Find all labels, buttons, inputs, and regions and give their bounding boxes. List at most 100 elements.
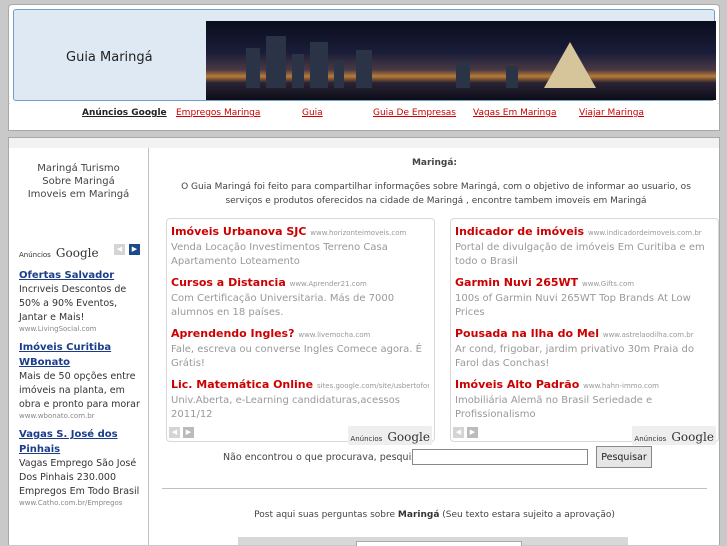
banner-building [334, 60, 344, 88]
banner-building [292, 54, 304, 88]
sidebar-ad: Imóveis Curitiba WBonato Mais de 50 opçõ… [19, 340, 145, 421]
content-area: Maringá Turismo Sobre Maringá Imoveis em… [8, 148, 720, 546]
sidebar-ad-title[interactable]: Imóveis Curitiba WBonato [19, 340, 145, 370]
header: Guia Maringá [8, 4, 720, 106]
search-button[interactable]: Pesquisar [596, 446, 652, 468]
ads-label: Anúncios [634, 435, 667, 443]
ad-url[interactable]: www.Gifts.com [582, 280, 634, 288]
ad-box-right: Indicador de imóveis www.indicadordeimov… [450, 218, 719, 445]
ad-box-footer: ◀ ▶ Anúncios Google [167, 425, 434, 445]
banner-building [356, 50, 372, 88]
sidebar-adchoices: Anúncios Google ◀ ▶ [19, 242, 143, 260]
ad-text: Com Certificação Universitaria. Más de 7… [171, 293, 395, 318]
sidebar-ad-text: Mais de 50 opções entre imóveis na plant… [19, 371, 140, 410]
ad-box-left: Imóveis Urbanova SJC www.horizonteimovei… [166, 218, 435, 445]
ad-unit[interactable]: Garmin Nuvi 265WT www.Gifts.com 100s of … [455, 276, 713, 320]
ad-unit[interactable]: Indicador de imóveis www.indicadordeimov… [455, 225, 713, 269]
sidebar: Maringá Turismo Sobre Maringá Imoveis em… [9, 148, 149, 545]
chevron-right-icon[interactable]: ▶ [467, 427, 478, 438]
banner-building [266, 36, 286, 88]
sidebar-ads: Ofertas Salvador Incrıveis Descontos de … [19, 268, 145, 514]
nav-link-empregos[interactable]: Empregos Maringa [176, 108, 260, 118]
ad-title[interactable]: Pousada na Ilha do Mel [455, 327, 599, 340]
sidebar-ad: Ofertas Salvador Incrıveis Descontos de … [19, 268, 145, 334]
ad-unit[interactable]: Imóveis Alto Padrão www.hahn-immo.com Im… [455, 378, 713, 422]
sidebar-ads-label: Anúncios [19, 251, 51, 259]
post-suffix: (Seu texto estara sujeito a aprovação) [442, 510, 615, 520]
ad-unit[interactable]: Aprendendo Ingles? www.livemocha.com Fal… [171, 327, 429, 371]
ad-text: Imobiliária Alemã no Brasil Seriedade e … [455, 395, 653, 420]
sidebar-ad-url[interactable]: www.LivingSocial.com [19, 325, 145, 334]
chevron-left-icon[interactable]: ◀ [114, 244, 125, 255]
chevron-left-icon[interactable]: ◀ [169, 427, 180, 438]
top-nav: Anúncios Google Empregos Maringa Guia Gu… [8, 104, 720, 131]
nav-link-viajar[interactable]: Viajar Maringa [579, 108, 644, 118]
google-logo: Google [387, 430, 430, 444]
ad-url[interactable]: www.hahn-immo.com [583, 382, 659, 390]
ad-url[interactable]: www.indicadordeimoveis.com.br [588, 229, 702, 237]
chevron-right-icon[interactable]: ▶ [183, 427, 194, 438]
sidebar-link-sobre[interactable]: Sobre Maringá [9, 175, 148, 188]
google-logo: Google [671, 430, 714, 444]
ad-unit[interactable]: Cursos a Distancia www.Aprender21.com Co… [171, 276, 429, 320]
divider [162, 488, 707, 489]
ad-title[interactable]: Aprendendo Ingles? [171, 327, 295, 340]
ad-text: Venda Locação Investimentos Terreno Casa… [171, 242, 388, 267]
sidebar-ad-url[interactable]: www.wbonato.com.br [19, 412, 145, 421]
banner-building [246, 48, 260, 88]
ad-title[interactable]: Indicador de imóveis [455, 225, 584, 238]
nav-ads-label[interactable]: Anúncios Google [82, 108, 167, 118]
nav-link-guia-empresas[interactable]: Guia De Empresas [373, 108, 456, 118]
post-prefix: Post aqui suas perguntas sobre [254, 510, 396, 520]
adchoices-badge[interactable]: Anúncios Google [632, 426, 716, 445]
ad-title[interactable]: Imóveis Alto Padrão [455, 378, 579, 391]
banner-cathedral [544, 42, 596, 88]
sidebar-link-turismo[interactable]: Maringá Turismo [9, 162, 148, 175]
ad-url[interactable]: www.Aprender21.com [290, 280, 367, 288]
sidebar-ad-url[interactable]: www.Catho.com.br/Empregos [19, 499, 145, 508]
sidebar-ad-title[interactable]: Ofertas Salvador [19, 268, 145, 283]
site-title[interactable]: Guia Maringá [66, 50, 153, 65]
question-input[interactable] [356, 541, 522, 546]
ad-title[interactable]: Lic. Matemática Online [171, 378, 313, 391]
main-column: Maringá: O Guia Maringá foi feito para c… [150, 148, 719, 546]
ad-url[interactable]: sites.google.com/site/usbertofor... [317, 382, 429, 390]
page-title: Maringá: [411, 158, 458, 168]
chevron-left-icon[interactable]: ◀ [453, 427, 464, 438]
ad-title[interactable]: Cursos a Distancia [171, 276, 286, 289]
ad-unit[interactable]: Pousada na Ilha do Mel www.astrelaodilha… [455, 327, 713, 371]
ad-title[interactable]: Garmin Nuvi 265WT [455, 276, 578, 289]
ad-unit[interactable]: Imóveis Urbanova SJC www.horizonteimovei… [171, 225, 429, 269]
ad-url[interactable]: www.livemocha.com [298, 331, 370, 339]
sidebar-ad-text: Incrıveis Descontos de 50% a 90% Eventos… [19, 284, 127, 323]
post-question-text: Post aqui suas perguntas sobre Maringá (… [150, 510, 719, 520]
sidebar-ad-text: Vagas Emprego São José Dos Pinhais 230.0… [19, 458, 140, 497]
ad-url[interactable]: www.horizonteimoveis.com [310, 229, 406, 237]
chevron-right-icon[interactable]: ▶ [129, 244, 140, 255]
sidebar-ad: Vagas S. José dos Pinhais Vagas Emprego … [19, 427, 145, 508]
sidebar-link-imoveis[interactable]: Imoveis em Maringá [9, 188, 148, 201]
content-top-strip [8, 137, 720, 148]
google-logo: Google [55, 246, 99, 260]
banner-building [456, 62, 470, 88]
sidebar-links: Maringá Turismo Sobre Maringá Imoveis em… [9, 162, 148, 201]
ad-text: Univ.Aberta, e-Learning candidaturas,ace… [171, 395, 400, 420]
ad-text: Ar cond, frigobar, jardim privativo 30m … [455, 344, 694, 369]
banner-building [506, 66, 518, 88]
search-input[interactable] [412, 449, 588, 465]
ads-label: Anúncios [350, 435, 383, 443]
ad-url[interactable]: www.astrelaodilha.com.br [603, 331, 694, 339]
nav-link-guia[interactable]: Guia [302, 108, 323, 118]
intro-text: O Guia Maringá foi feito para compartilh… [181, 182, 691, 206]
sidebar-ad-title[interactable]: Vagas S. José dos Pinhais [19, 427, 145, 457]
search-bar: Não encontrou o que procurava, pesquise:… [150, 446, 719, 470]
post-city: Maringá [397, 510, 440, 520]
nav-link-vagas[interactable]: Vagas Em Maringa [473, 108, 556, 118]
ad-box-footer: ◀ ▶ Anúncios Google [451, 425, 718, 445]
search-label: Não encontrou o que procurava, pesquise: [223, 452, 426, 463]
ad-title[interactable]: Imóveis Urbanova SJC [171, 225, 306, 238]
ad-unit[interactable]: Lic. Matemática Online sites.google.com/… [171, 378, 429, 422]
banner-building [310, 42, 328, 88]
ad-text: 100s of Garmin Nuvi 265WT Top Brands At … [455, 293, 691, 318]
adchoices-badge[interactable]: Anúncios Google [348, 426, 432, 445]
